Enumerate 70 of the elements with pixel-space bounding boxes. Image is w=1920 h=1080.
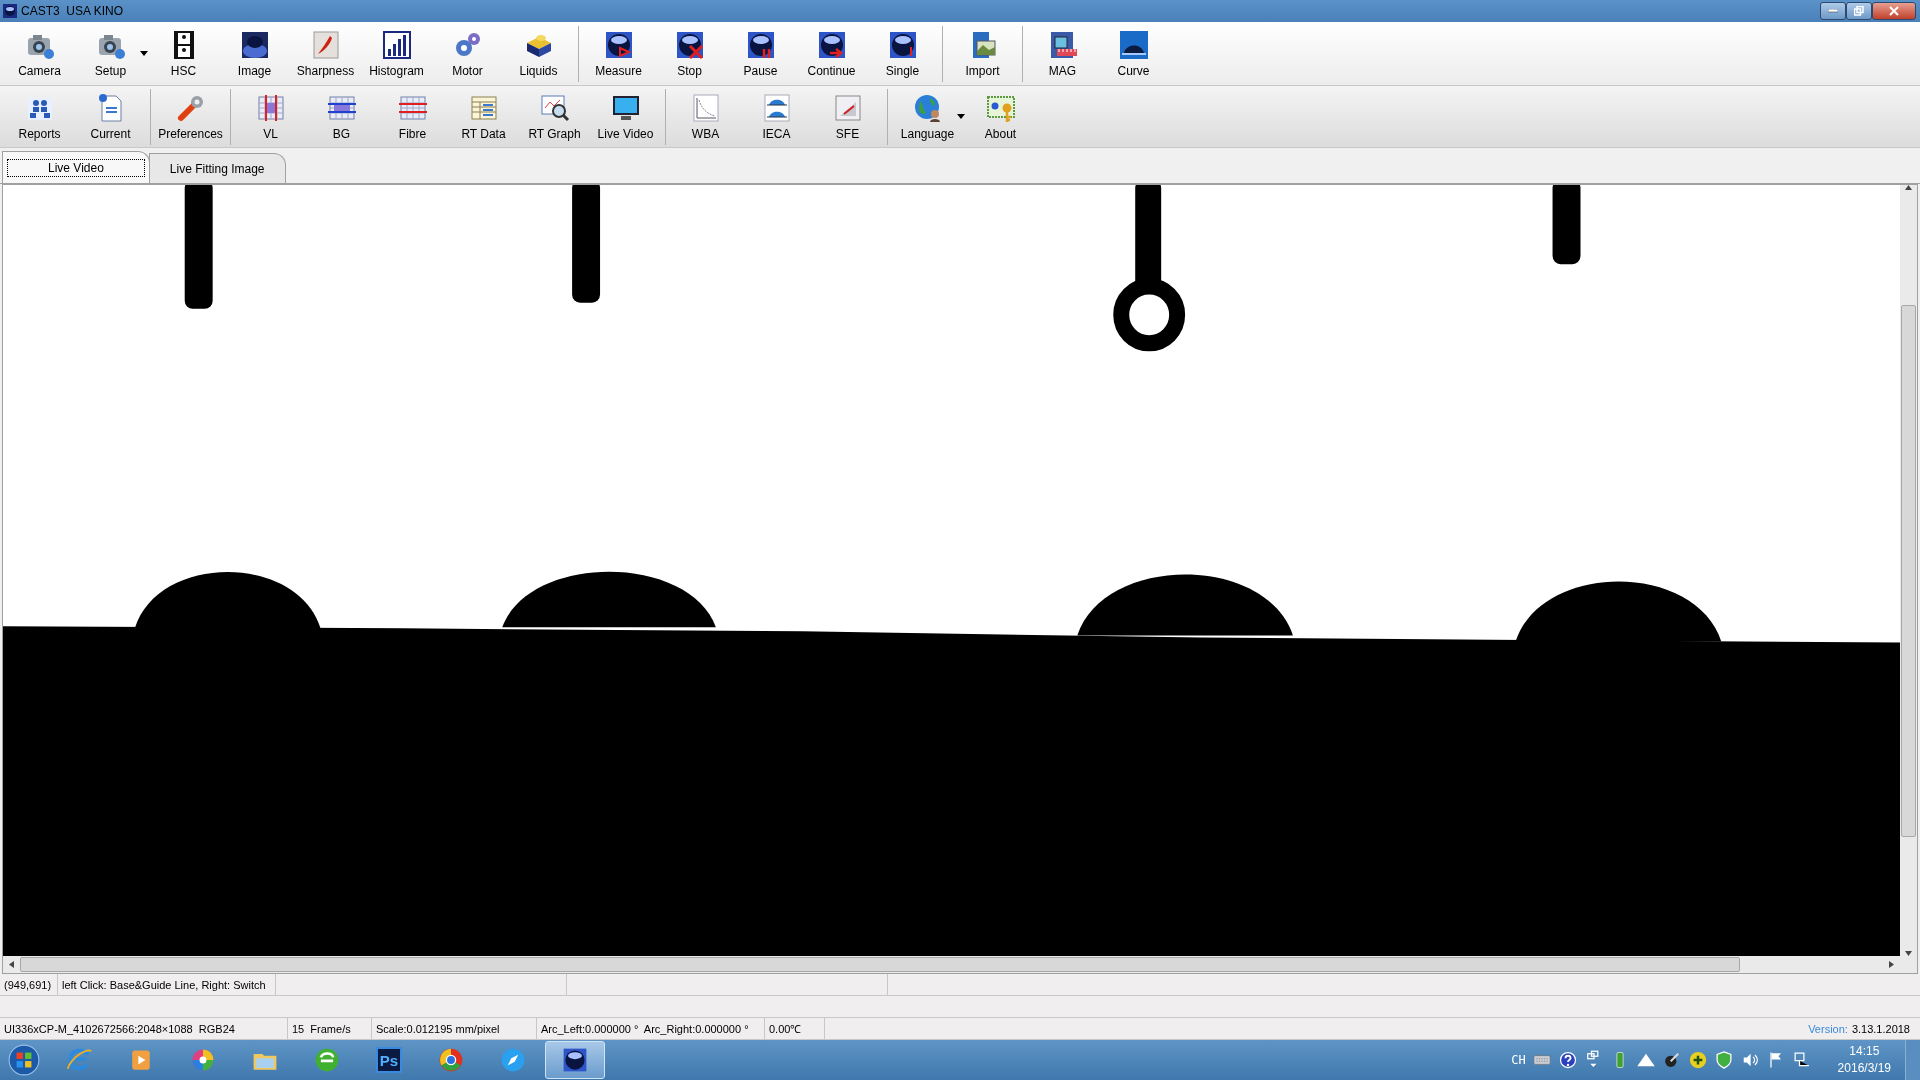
vertical-scrollbar[interactable] [1900,185,1917,956]
toolbar-button[interactable]: Sharpness [290,24,361,83]
toolbar-button[interactable]: Pause [725,24,796,83]
toolbar-button[interactable]: Preferences [155,87,226,146]
app-tile-icon: Ps [376,1047,402,1073]
status-hint: left Click: Base&Guide Line, Right: Switch [58,974,276,995]
shield-icon [1713,1050,1734,1070]
close-icon [1889,6,1899,16]
temperature: 0.00℃ [765,1018,825,1039]
help-icon [1557,1050,1578,1070]
droplet-icon [1117,29,1150,61]
version-number: 3.13.1.2018 [1851,1022,1910,1035]
taskbar-button[interactable] [545,1041,605,1079]
toolbar-button[interactable]: HSC [148,24,219,83]
toolbar-button[interactable]: Import [947,24,1018,83]
color-wheel-icon [437,1046,465,1074]
toolbar-button[interactable]: Measure [583,24,654,83]
toolbar-button[interactable]: Current [75,87,146,146]
bar-chart-icon [380,29,413,61]
scroll-right-icon [1889,961,1894,968]
toolbar-button[interactable]: BG [306,87,377,146]
tab[interactable]: Live Video [2,151,150,183]
toolbar-button[interactable]: Setup [75,24,146,83]
magnifier-icon [538,92,571,124]
scroll-left-icon [9,961,14,968]
camera-info: UI336xCP-M_4102672566:2048×1088 RGB24 [0,1018,288,1039]
toolbar-button[interactable]: Image [219,24,290,83]
input-language[interactable]: CH [1511,1053,1526,1067]
toolbar-button[interactable]: About [965,87,1036,146]
toolbar-button[interactable]: IECA [741,87,812,146]
toolbar-button[interactable]: Single [867,24,938,83]
arc-angles: Arc_Left:0.000000 ° Arc_Right:0.000000 ° [537,1018,765,1039]
scale-info: Scale:0.012195 mm/pixel [372,1018,537,1039]
toolbar-button[interactable]: Live Video [590,87,661,146]
show-desktop-button[interactable] [1905,1040,1920,1080]
window-title: CAST3 USA KINO [21,4,124,18]
version-label: Version: [1808,1022,1848,1035]
minimize-icon [1828,9,1838,13]
toolbar-button[interactable]: WBA [670,87,741,146]
toolbar-button[interactable]: Reports [4,87,75,146]
toolbar-button[interactable]: VL [235,87,306,146]
toolbar-button[interactable]: Curve [1098,24,1169,83]
toolbar-button[interactable]: Continue [796,24,867,83]
toolbar-button[interactable]: Liquids [503,24,574,83]
toolbar-button[interactable]: Motor [432,24,503,83]
plus-icon [1687,1050,1708,1070]
toolbar-button[interactable]: RT Data [448,87,519,146]
restore-icon [1854,6,1864,16]
toolbar-button[interactable]: Language [892,87,963,146]
toolbar-button[interactable]: MAG [1027,24,1098,83]
taskbar-button[interactable]: Ps [359,1041,419,1079]
close-button[interactable] [1872,2,1916,20]
toolbar-button[interactable]: Fibre [377,87,448,146]
app-icon [3,4,17,18]
frame-rate: 15 Frame/s [288,1018,372,1039]
start-orb-icon [7,1043,41,1077]
dropdown-caret-icon[interactable] [957,114,965,119]
dropdown-caret-icon[interactable] [140,51,148,56]
tab[interactable]: Live Fitting Image [148,153,286,183]
horizontal-scrollbar[interactable] [3,956,1917,973]
compass-icon [499,1046,527,1074]
toolbar-button[interactable]: SFE [812,87,883,146]
toolbar-button[interactable]: Histogram [361,24,432,83]
toolbar-button[interactable]: RT Graph [519,87,590,146]
restore-button[interactable] [1846,2,1872,20]
minimize-button[interactable] [1820,2,1846,20]
clock[interactable]: 14:15 2016/3/19 [1837,1043,1891,1077]
cursor-position: (949,691) [0,974,58,995]
toolbar-button[interactable]: Stop [654,24,725,83]
toolbar-button[interactable]: Camera [4,24,75,83]
